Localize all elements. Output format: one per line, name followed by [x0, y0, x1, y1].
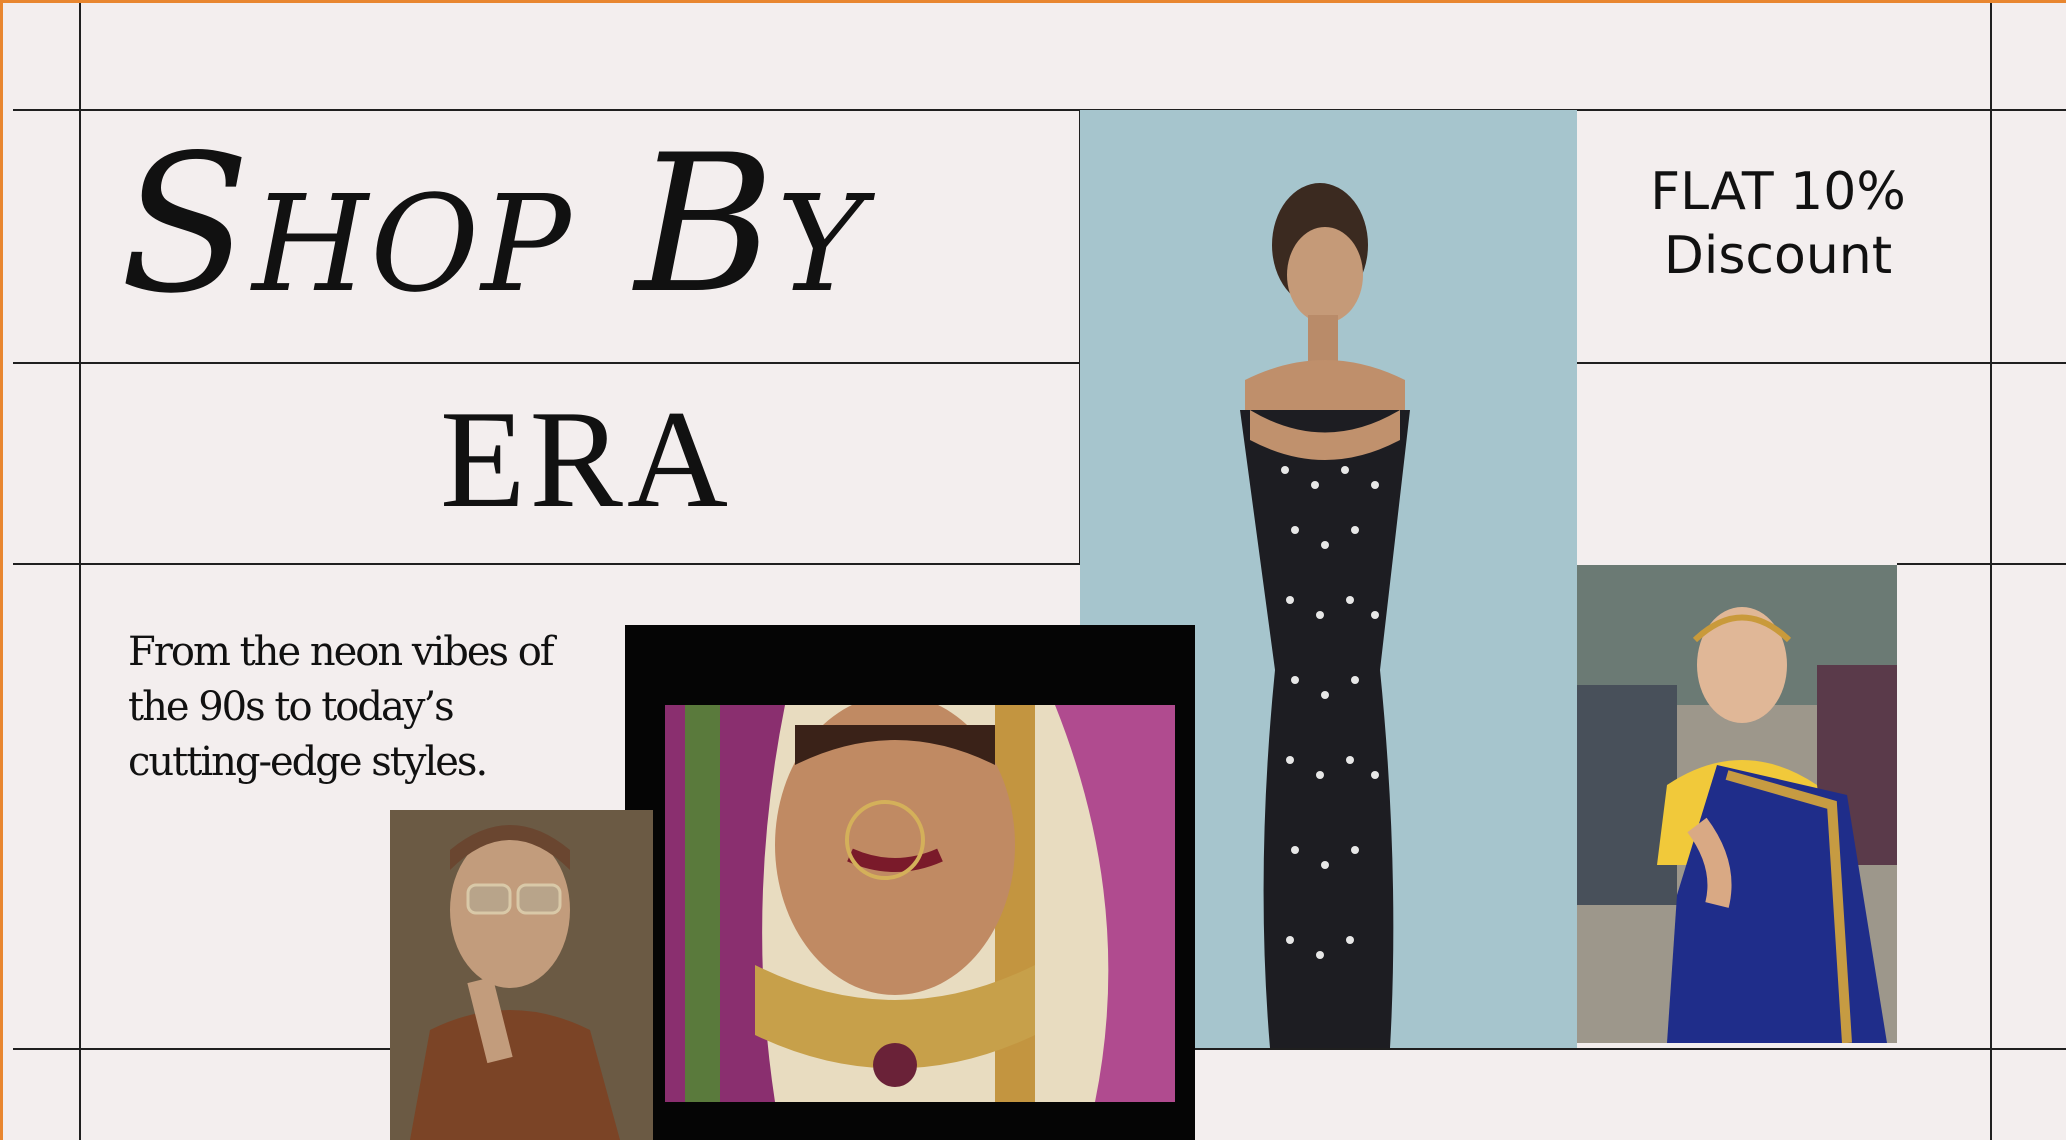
grid-line — [1990, 3, 1992, 1140]
page-subtitle: ERA — [440, 382, 732, 537]
sunglasses-model-portrait-image — [390, 810, 653, 1140]
grid-line — [13, 563, 1079, 565]
discount-line-2: Discount — [1663, 226, 1893, 286]
grid-line — [1897, 563, 2066, 565]
bridal-jewelry-closeup-image — [665, 705, 1175, 1102]
sari-model-portrait-image — [1577, 565, 1897, 1043]
grid-line — [79, 3, 81, 1140]
discount-line-1: FLAT 10% — [1650, 162, 1906, 222]
grid-line — [13, 109, 2066, 111]
discount-badge: FLAT 10% Discount — [1578, 160, 1978, 288]
tagline: From the neon vibes of the 90s to today’… — [128, 629, 555, 785]
page-title: Shop By — [120, 114, 867, 335]
grid-line — [13, 362, 2066, 364]
